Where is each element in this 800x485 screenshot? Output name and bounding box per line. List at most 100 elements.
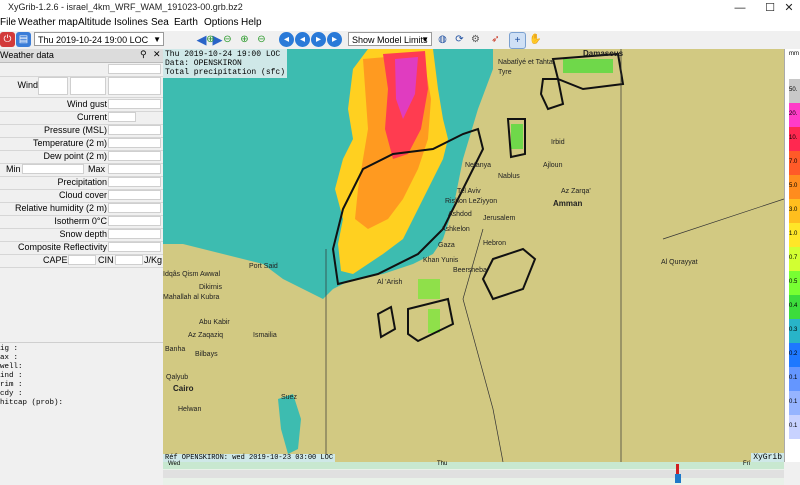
city-label: Irbid (551, 139, 565, 146)
city-label: Mahallah al Kubra (163, 294, 220, 301)
minimize-button[interactable]: — (725, 0, 755, 16)
timeline-handle[interactable] (675, 474, 681, 483)
scale-swatch: 50. (789, 79, 800, 103)
menu-earth[interactable]: Earth (174, 17, 198, 28)
city-label: Tel Aviv (457, 188, 481, 195)
border-line (662, 198, 784, 240)
brand-label: XyGrib (751, 453, 784, 462)
hand-icon[interactable]: ✋ (528, 32, 543, 47)
model-limits-value: Show Model Limits (352, 35, 428, 45)
min-max-row: Min Max (0, 163, 163, 177)
map-canvas (163, 49, 784, 462)
contour (539, 78, 565, 111)
value-box (108, 190, 161, 200)
pin-icon[interactable]: ⚲ (140, 49, 147, 60)
date-select-value: Thu 2019-10-24 19:00 LOC (38, 35, 149, 45)
timeline-slider[interactable]: Wed Thu Fri (163, 461, 784, 485)
scale-swatch: 5.0 (789, 175, 800, 199)
back-icon[interactable]: ◂ (295, 32, 310, 47)
wave-line: cdy : (0, 390, 23, 398)
date-select[interactable]: Thu 2019-10-24 19:00 LOC ▼ (34, 32, 164, 46)
back-step-icon[interactable]: ◂ (279, 32, 294, 47)
row-label: Current (76, 112, 107, 122)
city-label: Dikirnis (199, 284, 222, 291)
close-file-icon[interactable]: ⏻ (0, 32, 15, 47)
blank-row (0, 63, 163, 77)
zoom-in-icon[interactable]: ⊕ (203, 32, 218, 47)
value-box (108, 177, 161, 187)
window-title: XyGrib-1.2.6 - israel_4km_WRF_WAM_191023… (8, 2, 243, 12)
forward-step-icon[interactable]: ▸ (327, 32, 342, 47)
row-label: Snow depth (59, 229, 107, 239)
city-label: Banha (165, 346, 186, 353)
wave-line: ig : (0, 345, 19, 353)
city-label: Damascus (583, 49, 624, 58)
city-label: Bilbays (195, 351, 218, 358)
city-label: Khan Yunis (423, 257, 459, 264)
weather-map[interactable]: Thu 2019-10-24 19:00 LOC Data: OPENSKIRO… (163, 49, 784, 462)
crosshair-icon[interactable]: + (509, 32, 526, 49)
row-label: Wind gust (66, 99, 107, 109)
map-source: Data: OPENSKIRON (165, 59, 242, 68)
timeline-bar (163, 470, 784, 478)
menu-file[interactable]: File (0, 17, 16, 28)
city-label: Gaza (438, 242, 455, 249)
menu-weather-map[interactable]: Weather map (18, 17, 78, 28)
scale-label: 0.1 (789, 375, 798, 381)
value-box (108, 112, 136, 122)
scale-swatch: 0.1 (789, 367, 800, 391)
menu-altitude[interactable]: Altitude (78, 17, 111, 28)
value-box (108, 216, 161, 226)
panel-header: Weather data ⚲ ✕ (0, 49, 163, 63)
scale-label: 0.5 (789, 279, 798, 285)
map-datetime: Thu 2019-10-24 19:00 LOC (165, 50, 281, 59)
refresh-icon[interactable]: ⟳ (452, 32, 467, 47)
panel-title: Weather data (0, 50, 54, 60)
data-row: Pressure (MSL) (0, 124, 163, 138)
zoom-fit-icon[interactable]: ⊕ (237, 32, 252, 47)
city-label: Qalyub (166, 374, 189, 381)
scale-label: 0.7 (789, 255, 798, 261)
rain-patch (428, 309, 440, 333)
row-label: Dew point (2 m) (43, 151, 107, 161)
forward-icon[interactable]: ▸ (311, 32, 326, 47)
value-box (108, 242, 161, 252)
menu-isolines[interactable]: Isolines (114, 17, 148, 28)
city-label: Hebron (483, 240, 506, 247)
city-label: Cairo (173, 384, 194, 393)
zoom-out-icon[interactable]: ⊖ (220, 32, 235, 47)
scale-label: 0.3 (789, 327, 798, 333)
city-label: Ashkelon (441, 226, 470, 233)
row-label: Temperature (2 m) (32, 138, 107, 148)
data-row: Cloud cover (0, 189, 163, 203)
data-row: Relative humidity (2 m) (0, 202, 163, 216)
value-box (108, 125, 161, 135)
weather-data-panel: Weather data ⚲ ✕ Wind Wind gust Current … (0, 49, 164, 485)
scale-label: 0.1 (789, 423, 798, 429)
min-label: Min (6, 164, 21, 174)
city-label: Netanya (465, 162, 492, 169)
close-panel-icon[interactable]: ✕ (153, 49, 161, 60)
close-button[interactable]: ✕ (778, 0, 800, 16)
scale-swatch: 20. (789, 103, 800, 127)
menu-help[interactable]: Help (241, 17, 262, 28)
settings-icon[interactable]: ⚙ (468, 32, 483, 47)
model-limits-select[interactable]: Show Model Limits ▼ (348, 32, 432, 46)
value-box (115, 255, 143, 265)
row-label: Cloud cover (58, 190, 107, 200)
cape-label: CAPE (43, 255, 68, 265)
value-box (108, 151, 161, 161)
city-label: Az Zaqaziq (188, 332, 224, 339)
menu-options[interactable]: Options (204, 17, 238, 28)
scale-swatch: 1.0 (789, 223, 800, 247)
day-label: Fri (743, 461, 750, 467)
globe-icon[interactable]: ◍ (435, 32, 450, 47)
menu-sea[interactable]: Sea (151, 17, 169, 28)
zoom-reset-icon[interactable]: ⊖ (254, 32, 269, 47)
scale-swatch: 0.2 (789, 343, 800, 367)
map-info-overlay: Thu 2019-10-24 19:00 LOC Data: OPENSKIRO… (163, 49, 288, 78)
cin-label: CIN (98, 255, 114, 265)
open-file-icon[interactable]: ▤ (16, 32, 31, 47)
data-row: Wind gust (0, 98, 163, 112)
rocket-icon[interactable]: ➶ (488, 32, 503, 47)
